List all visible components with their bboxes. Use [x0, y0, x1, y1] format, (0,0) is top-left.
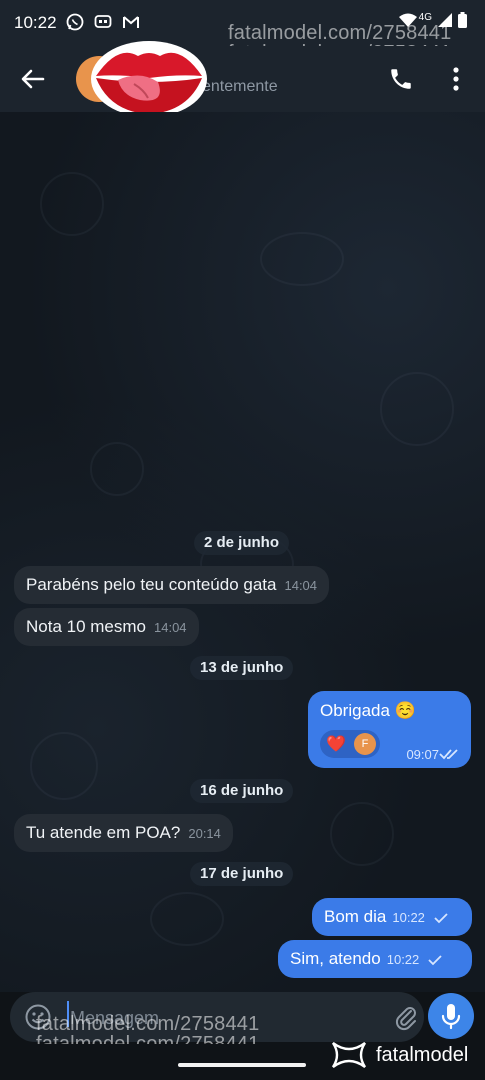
- fatalmodel-logo-icon: [331, 1042, 367, 1068]
- message-incoming[interactable]: Tu atende em POA? 20:14: [14, 814, 233, 852]
- messenger-icon: [94, 15, 112, 28]
- status-time: 10:22: [14, 13, 57, 32]
- message-text: Nota 10 mesmo: [26, 617, 146, 636]
- message-text: Bom dia: [324, 907, 387, 926]
- double-check-icon: [439, 749, 458, 760]
- brand-name: fatalmodel: [376, 1043, 469, 1066]
- background-doodle: [330, 802, 394, 866]
- whatsapp-icon: [66, 13, 84, 31]
- background-doodle: [30, 732, 98, 800]
- date-separator: 16 de junho: [190, 779, 294, 803]
- date-separator: 17 de junho: [190, 862, 294, 886]
- background-doodle: [40, 172, 104, 236]
- mic-button[interactable]: [428, 993, 474, 1039]
- message-outgoing[interactable]: Sim, atendo 10:22: [278, 940, 472, 978]
- attach-icon[interactable]: [392, 1003, 420, 1031]
- network-type: 4G: [418, 11, 432, 23]
- message-incoming[interactable]: Parabéns pelo teu conteúdo gata 14:04: [14, 566, 330, 604]
- background-doodle: [380, 372, 454, 446]
- reaction-avatar: F: [354, 733, 376, 755]
- background-doodle: [150, 892, 224, 946]
- background-doodle: [260, 232, 344, 286]
- date-separator: 2 de junho: [194, 531, 289, 555]
- message-outgoing[interactable]: Obrigada ☺️ ❤️ F 09:07: [308, 691, 471, 768]
- message-incoming[interactable]: Nota 10 mesmo 14:04: [14, 608, 199, 646]
- battery-icon: [458, 12, 467, 28]
- last-seen-status: entemente: [202, 78, 278, 95]
- background-doodle: [90, 442, 144, 496]
- chat-header: entemente: [0, 46, 485, 112]
- brand-watermark: fatalmodel: [330, 1040, 468, 1070]
- message-time: 09:07: [406, 747, 439, 762]
- message-reaction[interactable]: ❤️ F: [320, 730, 380, 758]
- message-time: 20:14: [188, 826, 221, 841]
- message-text: Sim, atendo: [290, 949, 381, 968]
- phone-icon[interactable]: [388, 66, 414, 92]
- home-indicator[interactable]: [178, 1063, 306, 1067]
- message-time: 10:22: [386, 952, 420, 967]
- notification-icons: [66, 13, 140, 31]
- gmail-icon: [123, 16, 139, 28]
- message-time: 14:04: [154, 620, 187, 635]
- reaction-heart-icon: ❤️: [326, 736, 346, 753]
- message-text: Obrigada ☺️: [320, 701, 416, 720]
- message-outgoing[interactable]: Bom dia 10:22: [312, 898, 472, 936]
- date-separator: 13 de junho: [190, 656, 294, 680]
- mic-icon: [441, 1004, 461, 1030]
- more-vertical-icon[interactable]: [448, 66, 464, 92]
- message-time: 10:22: [392, 910, 425, 925]
- single-check-icon: [428, 954, 442, 965]
- message-time: 14:04: [284, 578, 318, 593]
- single-check-icon: [434, 912, 448, 923]
- message-text: Tu atende em POA?: [26, 823, 181, 842]
- back-arrow-icon[interactable]: [18, 64, 48, 94]
- message-text: Parabéns pelo teu conteúdo gata: [26, 575, 277, 594]
